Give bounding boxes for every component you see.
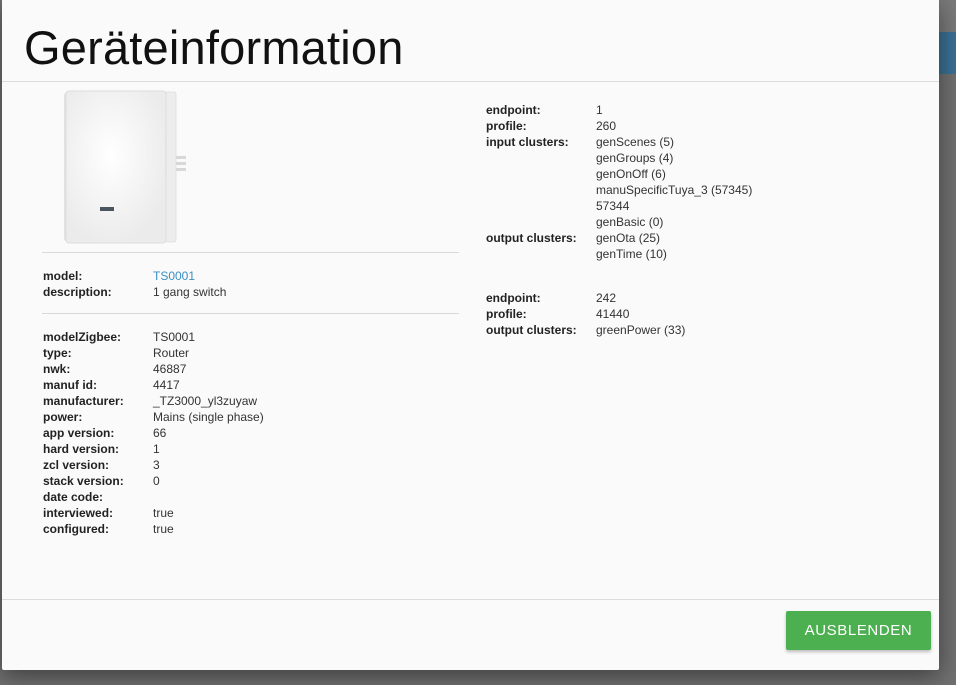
model-link[interactable]: TS0001 <box>153 268 195 284</box>
info-value: Mains (single phase) <box>153 410 264 424</box>
cluster-item: genOta (25) <box>596 231 661 245</box>
info-value: TS0001 <box>153 330 196 344</box>
info-label: endpoint: <box>486 103 541 117</box>
info-label: nwk: <box>43 362 71 376</box>
background-app-header <box>936 0 956 32</box>
info-value: true <box>153 506 174 520</box>
info-label: modelZigbee: <box>43 330 122 344</box>
cluster-item: greenPower (33) <box>596 323 686 337</box>
info-label: app version: <box>43 426 115 440</box>
info-label: zcl version: <box>43 458 110 472</box>
info-value: 66 <box>153 426 167 440</box>
profile-value: 41440 <box>596 307 630 321</box>
info-label: profile: <box>486 307 527 321</box>
info-label: hard version: <box>43 442 120 456</box>
info-label: manufacturer: <box>43 394 124 408</box>
section-divider <box>42 252 459 253</box>
info-label: output clusters: <box>486 231 577 245</box>
info-label: stack version: <box>43 474 124 488</box>
info-label: model: <box>43 269 83 283</box>
cluster-item: genOnOff (6) <box>596 167 666 181</box>
info-label: type: <box>43 346 72 360</box>
info-label: input clusters: <box>486 135 569 149</box>
info-value: _TZ3000_yl3zuyaw <box>153 394 258 408</box>
info-value: 1 gang switch <box>153 285 227 299</box>
info-label: output clusters: <box>486 323 577 337</box>
endpoint-value: 242 <box>596 291 617 305</box>
info-label: manuf id: <box>43 378 97 392</box>
info-value: 3 <box>153 458 160 472</box>
info-value: true <box>153 522 174 536</box>
cluster-item: genScenes (5) <box>596 135 675 149</box>
cluster-item: genBasic (0) <box>596 215 664 229</box>
profile-value: 260 <box>596 119 617 133</box>
device-image <box>64 90 186 244</box>
device-info-dialog: Geräteinformation model: TS0001 descript… <box>2 0 939 670</box>
info-label: description: <box>43 285 112 299</box>
info-label: interviewed: <box>43 506 114 520</box>
info-label: configured: <box>43 522 109 536</box>
info-value: 4417 <box>153 378 180 392</box>
info-label: endpoint: <box>486 291 541 305</box>
cluster-item: manuSpecificTuya_3 (57345) <box>596 183 753 197</box>
cluster-item: genGroups (4) <box>596 151 674 165</box>
background-app-toolbar <box>936 32 956 74</box>
endpoint-value: 1 <box>596 103 603 117</box>
info-value: 1 <box>153 442 160 456</box>
title-divider <box>2 81 939 82</box>
info-value: 46887 <box>153 362 187 376</box>
cluster-item: 57344 <box>596 199 630 213</box>
section-divider <box>42 313 459 314</box>
info-label: profile: <box>486 119 527 133</box>
cluster-item: genTime (10) <box>596 247 667 261</box>
info-label: date code: <box>43 490 104 504</box>
info-label: power: <box>43 410 83 424</box>
info-value: Router <box>153 346 190 360</box>
dialog-title: Geräteinformation <box>24 21 404 74</box>
hide-button[interactable]: AUSBLENDEN <box>786 611 931 650</box>
footer-divider <box>2 599 939 600</box>
info-value: 0 <box>153 474 160 488</box>
